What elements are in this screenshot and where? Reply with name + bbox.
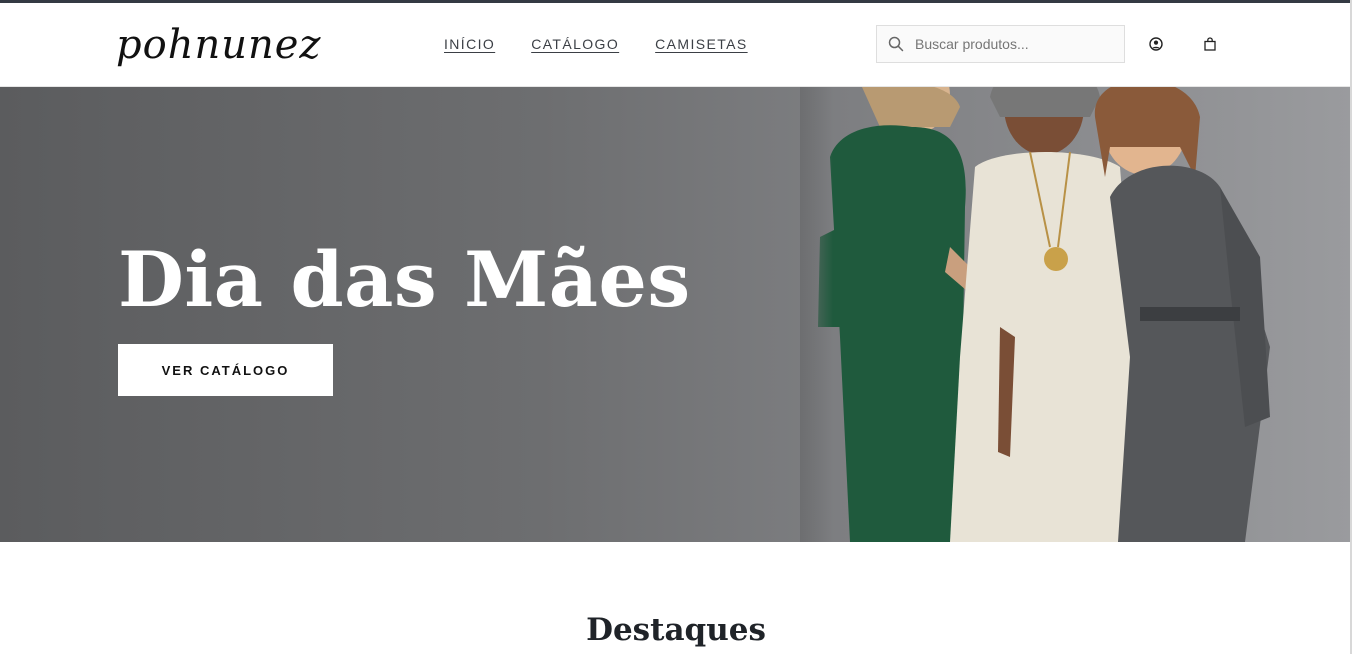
search-box xyxy=(876,25,1125,63)
hero-photo xyxy=(800,87,1352,542)
search-icon[interactable] xyxy=(877,26,915,62)
nav-item-catalogo[interactable]: CATÁLOGO xyxy=(531,36,619,52)
shopping-bag-icon[interactable] xyxy=(1200,34,1220,54)
brand-logo[interactable]: pohnunez xyxy=(116,15,321,75)
user-circle-icon[interactable] xyxy=(1146,34,1166,54)
nav-item-camisetas[interactable]: CAMISETAS xyxy=(655,36,747,52)
main-nav: INÍCIO CATÁLOGO CAMISETAS xyxy=(444,36,748,52)
nav-item-inicio[interactable]: INÍCIO xyxy=(444,36,495,52)
hero-banner: Dia das Mães VER CATÁLOGO xyxy=(0,87,1352,542)
search-input[interactable] xyxy=(915,36,1105,52)
view-catalog-button[interactable]: VER CATÁLOGO xyxy=(118,344,333,396)
hero-title: Dia das Mães xyxy=(118,235,691,324)
featured-section-title: Destaques xyxy=(586,612,766,648)
site-header: pohnunez INÍCIO CATÁLOGO CAMISETAS xyxy=(0,3,1352,87)
